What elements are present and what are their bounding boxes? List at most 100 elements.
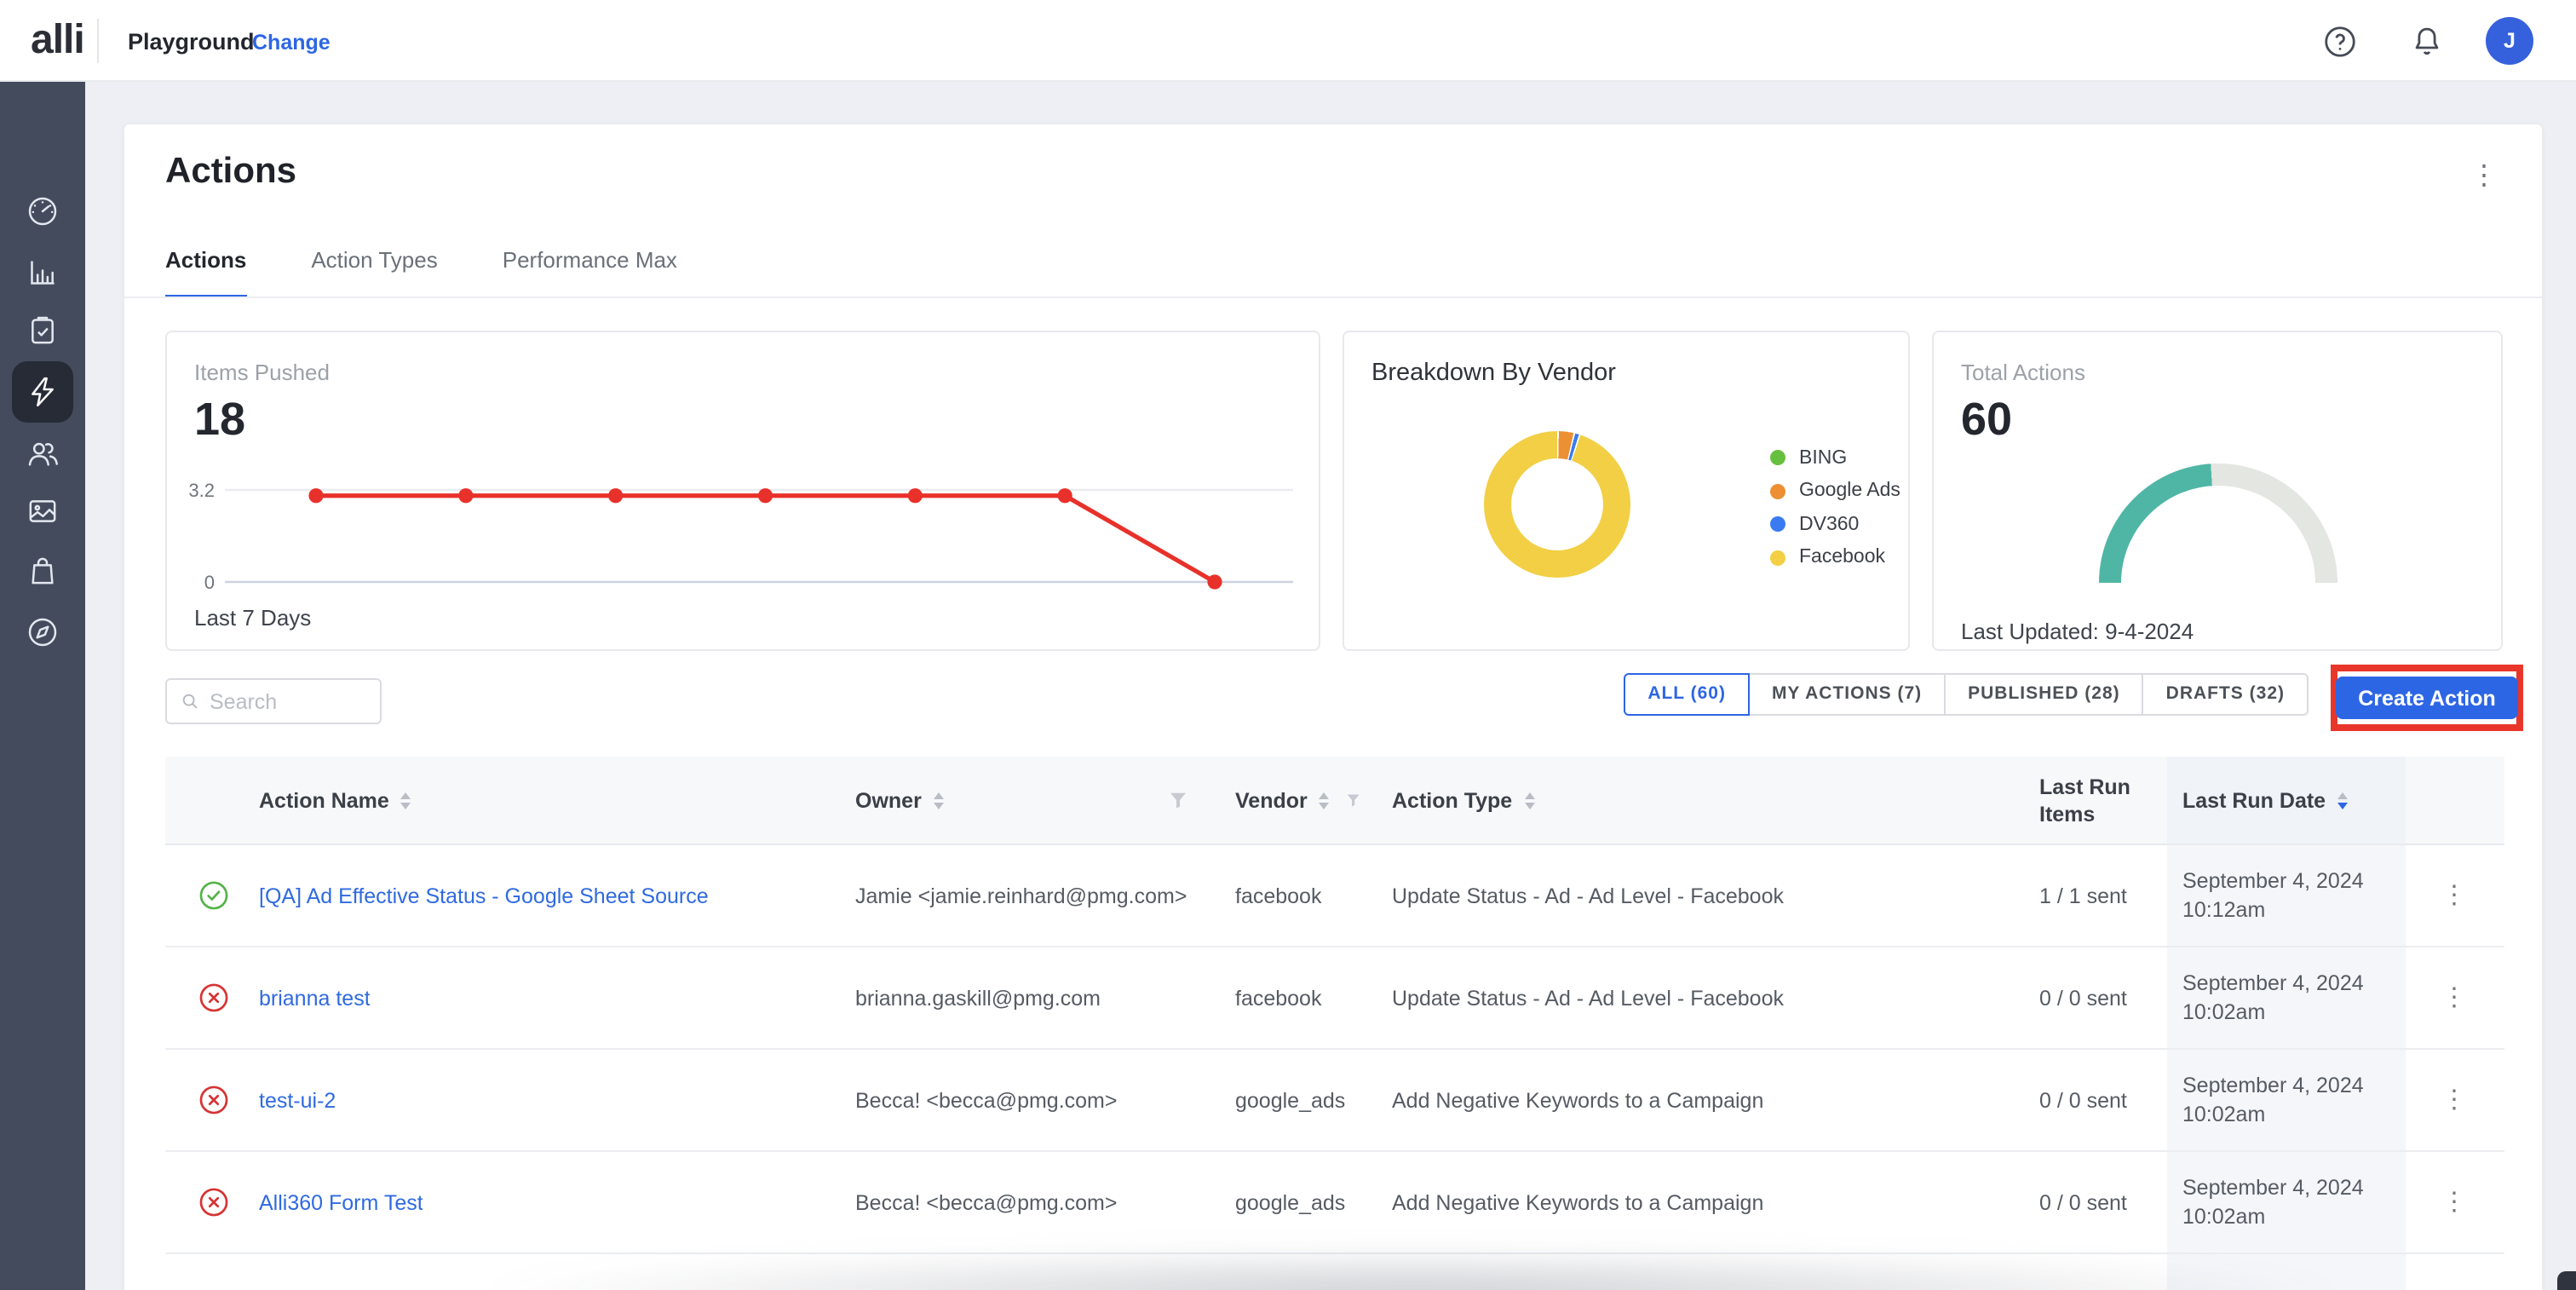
row-kebab-menu-icon[interactable]: ⋮ xyxy=(2441,1191,2469,1213)
sidebar-item-tasks[interactable] xyxy=(12,300,73,361)
legend-item-google-ads: Google Ads xyxy=(1770,475,1900,508)
last-run-date-cell: September 4, 2024 10:02am xyxy=(2167,947,2406,1048)
logo-divider xyxy=(97,19,99,63)
legend-item-facebook: Facebook xyxy=(1770,541,1900,574)
sort-icon[interactable] xyxy=(934,792,944,809)
status-error-icon xyxy=(198,1084,230,1116)
last-run-items-cell: 0 / 0 sent xyxy=(1971,1190,2167,1214)
items-pushed-line-chart: 3.20 xyxy=(167,460,1322,613)
filter-button-group: ALL (60) MY ACTIONS (7) PUBLISHED (28) D… xyxy=(1624,673,2309,715)
page-kebab-menu-icon[interactable]: ⋮ xyxy=(2470,165,2498,189)
actions-table: Action Name Owner Vendor Action Typ xyxy=(165,757,2504,1290)
filter-published[interactable]: PUBLISHED (28) xyxy=(1946,673,2144,715)
header-action-type[interactable]: Action Type xyxy=(1378,788,1971,812)
filter-funnel-icon[interactable] xyxy=(1347,791,1361,809)
items-pushed-label: Items Pushed xyxy=(194,360,330,385)
header-owner[interactable]: Owner xyxy=(830,788,1208,812)
tab-performance-max[interactable]: Performance Max xyxy=(503,247,677,298)
vendor-breakdown-title: Breakdown By Vendor xyxy=(1371,360,1616,387)
table-header-row: Action Name Owner Vendor Action Typ xyxy=(165,757,2504,845)
legend-item-bing: BING xyxy=(1770,441,1900,475)
action-name-link[interactable]: [QA] Ad Effective Status - Google Sheet … xyxy=(259,884,709,907)
header-vendor[interactable]: Vendor xyxy=(1208,788,1378,812)
search-box[interactable] xyxy=(165,678,382,724)
create-action-button[interactable]: Create Action xyxy=(2336,677,2518,719)
legend-item-dv360: DV360 xyxy=(1770,508,1900,541)
clipboard-check-icon xyxy=(26,314,60,348)
action-name-link[interactable]: brianna test xyxy=(259,986,371,1010)
sort-icon[interactable] xyxy=(401,792,411,809)
sort-icon[interactable] xyxy=(1320,792,1330,809)
sort-icon[interactable] xyxy=(1524,792,1534,809)
table-row: test-ui-2 Becca! <becca@pmg.com> google_… xyxy=(165,1050,2504,1152)
notifications-bell-icon[interactable] xyxy=(2409,24,2445,60)
user-avatar[interactable]: J xyxy=(2486,17,2533,65)
bottom-right-corner-element xyxy=(2557,1271,2576,1290)
vendor-donut-chart xyxy=(1484,431,1630,578)
sidebar-item-actions[interactable] xyxy=(12,361,73,423)
lightning-icon xyxy=(26,375,60,409)
tab-action-types[interactable]: Action Types xyxy=(311,247,437,298)
sort-icon-active-desc[interactable] xyxy=(2337,792,2348,809)
filter-my-actions[interactable]: MY ACTIONS (7) xyxy=(1750,673,1946,715)
legend-dot-bing xyxy=(1770,451,1785,466)
items-pushed-footer: Last 7 Days xyxy=(194,605,311,631)
items-pushed-value: 18 xyxy=(194,394,245,446)
top-bar: alli Playground Change J xyxy=(0,0,2576,82)
action-name-link[interactable]: Alli360 Form Test xyxy=(259,1190,423,1214)
workspace-label: Playground xyxy=(128,29,255,55)
last-run-date-cell: September 4, 2024 10:12am xyxy=(2167,845,2406,946)
last-run-items-cell: 1 / 1 sent xyxy=(1971,884,2167,907)
search-input[interactable] xyxy=(210,689,366,713)
tabs-divider xyxy=(124,297,2542,298)
help-icon[interactable] xyxy=(2322,24,2358,60)
vendor-legend: BING Google Ads DV360 Facebook xyxy=(1770,441,1900,574)
image-icon xyxy=(26,494,60,528)
svg-text:3.2: 3.2 xyxy=(188,480,215,501)
sidebar-item-reports[interactable] xyxy=(12,242,73,303)
row-kebab-menu-icon[interactable]: ⋮ xyxy=(2441,1089,2469,1111)
owner-cell: Jamie <jamie.reinhard@pmg.com> xyxy=(830,884,1208,907)
table-toolbar: ALL (60) MY ACTIONS (7) PUBLISHED (28) D… xyxy=(165,666,2511,738)
vendor-cell: facebook xyxy=(1208,986,1378,1010)
vendor-breakdown-card: Breakdown By Vendor BING Google Ads DV36… xyxy=(1343,331,1910,651)
sidebar-item-shopping[interactable] xyxy=(12,540,73,602)
table-row: Alli360 Form Test Becca! <becca@pmg.com>… xyxy=(165,1152,2504,1254)
last-run-items-cell: 0 / 0 sent xyxy=(1971,1088,2167,1112)
header-last-run-items: Last Run Items xyxy=(1971,773,2167,827)
row-kebab-menu-icon[interactable]: ⋮ xyxy=(2441,884,2469,907)
sidebar-item-explore[interactable] xyxy=(12,602,73,663)
owner-cell: Becca! <becca@pmg.com> xyxy=(830,1088,1208,1112)
last-run-date-cell: September 4, 2024 10:02am xyxy=(2167,1050,2406,1150)
sidebar-item-audiences[interactable] xyxy=(12,423,73,484)
svg-text:0: 0 xyxy=(204,572,215,593)
dashboard-gauge-icon xyxy=(26,194,60,228)
sidebar-item-dashboard[interactable] xyxy=(12,181,73,242)
tab-actions[interactable]: Actions xyxy=(165,247,246,298)
owner-cell: Becca! <becca@pmg.com> xyxy=(830,1190,1208,1214)
users-icon xyxy=(26,436,60,470)
vendor-cell: google_ads xyxy=(1208,1190,1378,1214)
actions-page-card: Actions ⋮ Actions Action Types Performan… xyxy=(123,123,2544,1290)
bar-chart-icon xyxy=(26,256,60,290)
last-run-date-cell: September 4, 2024 10:02am xyxy=(2167,1152,2406,1253)
total-actions-card: Total Actions 60 Last Updated: 9-4-2024 xyxy=(1932,331,2503,651)
filter-funnel-icon[interactable] xyxy=(1169,791,1187,809)
filter-drafts[interactable]: DRAFTS (32) xyxy=(2144,673,2309,715)
action-type-cell: Update Status - Ad - Ad Level - Facebook xyxy=(1378,986,1971,1010)
create-action-highlight-annotation: Create Action xyxy=(2331,665,2523,731)
total-actions-footer: Last Updated: 9-4-2024 xyxy=(1961,619,2194,644)
legend-dot-facebook xyxy=(1770,550,1785,566)
sidebar-item-creative[interactable] xyxy=(12,481,73,542)
change-workspace-link[interactable]: Change xyxy=(252,31,331,55)
header-action-name[interactable]: Action Name xyxy=(233,788,830,812)
row-status-cell xyxy=(165,982,233,1014)
filter-all[interactable]: ALL (60) xyxy=(1624,673,1750,715)
header-last-run-date[interactable]: Last Run Date xyxy=(2167,757,2406,844)
action-type-cell: Add Negative Keywords to a Campaign xyxy=(1378,1088,1971,1112)
action-name-link[interactable]: test-ui-2 xyxy=(259,1088,336,1112)
vendor-cell: facebook xyxy=(1208,884,1378,907)
compass-icon xyxy=(26,615,60,649)
app-root: alli Playground Change J xyxy=(0,0,2576,1290)
row-kebab-menu-icon[interactable]: ⋮ xyxy=(2441,987,2469,1009)
